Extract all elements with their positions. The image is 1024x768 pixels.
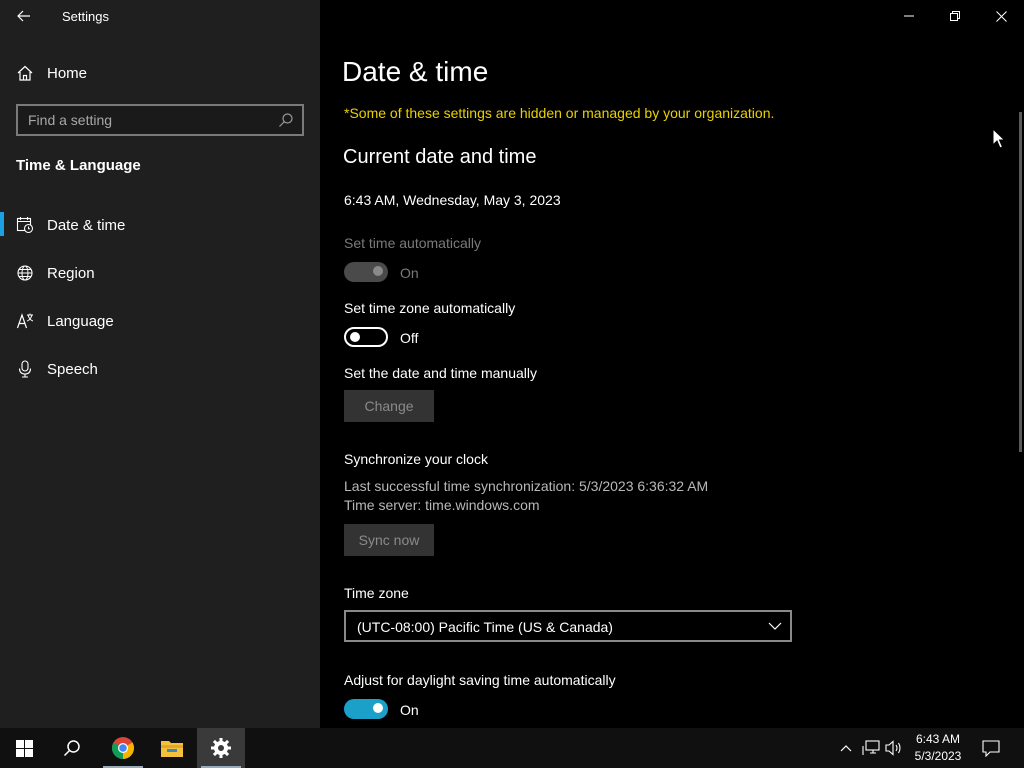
search-input[interactable] xyxy=(28,111,268,129)
sidebar-item-label: Region xyxy=(47,265,95,282)
start-button[interactable] xyxy=(0,728,48,768)
set-time-auto-state: On xyxy=(400,265,419,281)
current-datetime-value: 6:43 AM, Wednesday, May 3, 2023 xyxy=(344,192,561,208)
close-button[interactable] xyxy=(978,0,1024,32)
scrollbar[interactable] xyxy=(1019,112,1022,452)
taskbar-file-explorer[interactable] xyxy=(148,728,196,768)
set-timezone-auto-toggle[interactable] xyxy=(344,327,388,347)
set-timezone-auto-state: Off xyxy=(400,330,419,346)
org-managed-notice: *Some of these settings are hidden or ma… xyxy=(344,105,775,121)
set-time-auto-label: Set time automatically xyxy=(344,235,481,251)
toggle-knob xyxy=(373,266,383,276)
time-server-text: Time server: time.windows.com xyxy=(344,497,540,513)
gear-icon xyxy=(211,738,231,758)
time-zone-label: Time zone xyxy=(344,585,409,601)
search-icon[interactable] xyxy=(278,112,294,128)
time-zone-dropdown[interactable]: (UTC-08:00) Pacific Time (US & Canada) xyxy=(344,610,792,642)
section-title: Time & Language xyxy=(16,157,141,174)
sidebar-item-speech[interactable]: Speech xyxy=(0,352,320,400)
taskbar-clock[interactable]: 6:43 AM 5/3/2023 xyxy=(906,731,970,765)
search-box[interactable] xyxy=(16,104,304,136)
nav-list: Date & time Region Language Speech xyxy=(0,208,320,400)
clock-time: 6:43 AM xyxy=(915,732,961,746)
clock-date: 5/3/2023 xyxy=(914,749,962,763)
current-date-time-heading: Current date and time xyxy=(343,146,537,168)
sidebar-item-region[interactable]: Region xyxy=(0,256,320,304)
action-center-button[interactable] xyxy=(981,738,1001,758)
back-arrow-icon xyxy=(17,10,30,22)
chrome-icon xyxy=(112,737,134,759)
toggle-knob xyxy=(350,332,360,342)
home-icon xyxy=(17,65,33,81)
windows-logo-icon xyxy=(15,739,33,757)
restore-icon xyxy=(950,11,960,21)
network-tray-button[interactable] xyxy=(861,738,881,758)
sidebar-item-label: Date & time xyxy=(47,217,126,234)
globe-icon xyxy=(17,265,33,281)
nav-home[interactable]: Home xyxy=(0,56,320,90)
taskbar-search-button[interactable] xyxy=(48,728,96,768)
toggle-knob xyxy=(373,703,383,713)
app-title: Settings xyxy=(62,9,109,24)
sync-now-button[interactable]: Sync now xyxy=(344,524,434,556)
volume-tray-button[interactable] xyxy=(884,738,904,758)
microphone-icon xyxy=(18,360,32,378)
sidebar-item-label: Speech xyxy=(47,361,98,378)
search-icon xyxy=(63,740,80,757)
nav-home-label: Home xyxy=(47,65,88,82)
mouse-cursor-icon xyxy=(992,128,1006,149)
last-sync-text: Last successful time synchronization: 5/… xyxy=(344,478,709,494)
folder-icon xyxy=(161,741,183,757)
time-zone-value: (UTC-08:00) Pacific Time (US & Canada) xyxy=(357,619,613,635)
taskbar-chrome[interactable] xyxy=(99,728,147,768)
network-icon xyxy=(862,740,880,755)
dst-state: On xyxy=(400,702,419,718)
restore-button[interactable] xyxy=(932,0,978,32)
dst-label: Adjust for daylight saving time automati… xyxy=(344,672,616,688)
taskbar-settings[interactable] xyxy=(197,728,245,768)
change-button[interactable]: Change xyxy=(344,390,434,422)
navigation-pane: Settings Home Time & Language Date & tim… xyxy=(0,0,320,728)
title-bar: Settings xyxy=(0,0,320,32)
taskbar: 6:43 AM 5/3/2023 xyxy=(0,728,1024,768)
set-timezone-auto-label: Set time zone automatically xyxy=(344,300,516,316)
speaker-icon xyxy=(885,740,901,756)
sidebar-item-language[interactable]: Language xyxy=(0,304,320,352)
minimize-button[interactable] xyxy=(886,0,932,32)
language-icon xyxy=(16,313,34,329)
sidebar-item-date-time[interactable]: Date & time xyxy=(0,208,320,256)
set-time-auto-toggle[interactable] xyxy=(344,262,388,282)
content-pane: Date & time *Some of these settings are … xyxy=(320,0,1024,728)
back-button[interactable] xyxy=(8,3,40,29)
minimize-icon xyxy=(904,15,914,17)
notification-icon xyxy=(982,739,1000,757)
chevron-up-icon xyxy=(840,745,852,752)
chevron-down-icon xyxy=(768,622,782,630)
manual-date-time-label: Set the date and time manually xyxy=(344,365,538,381)
page-title: Date & time xyxy=(342,56,489,87)
show-hidden-icons-button[interactable] xyxy=(836,738,856,758)
sync-clock-heading: Synchronize your clock xyxy=(344,451,488,467)
calendar-clock-icon xyxy=(16,217,34,234)
close-icon xyxy=(995,10,1007,22)
dst-toggle[interactable] xyxy=(344,699,388,719)
sidebar-item-label: Language xyxy=(47,313,114,330)
